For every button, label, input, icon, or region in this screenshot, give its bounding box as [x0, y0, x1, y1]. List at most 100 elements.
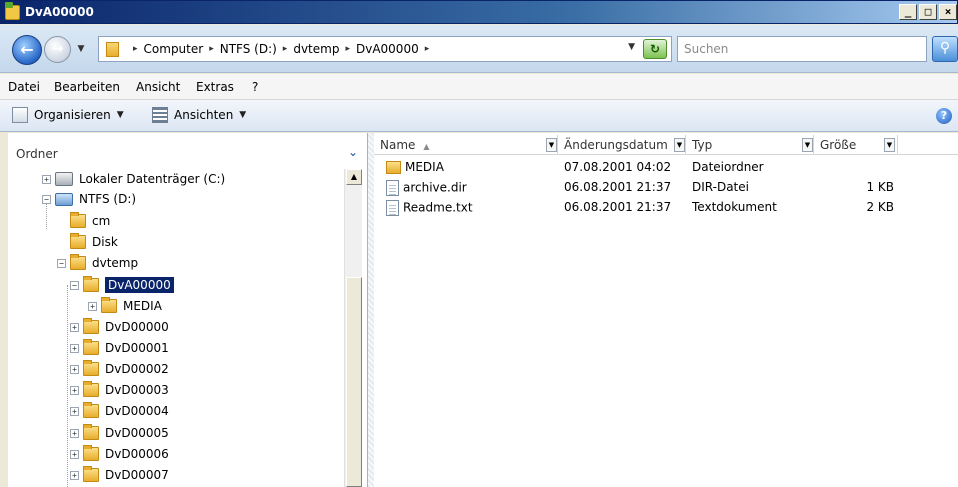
tree-item-label: Lokaler Datenträger (C:) [79, 172, 226, 186]
tree-item-label: DvD00002 [105, 362, 169, 376]
folder-icon [83, 276, 99, 292]
file-list-pane: Name ▲ ▼ Änderungsdatum ▼ Typ ▼ Größe ▼ M… [374, 133, 958, 487]
organize-icon [12, 107, 28, 123]
breadcrumb-dva00000[interactable]: DvA00000 [356, 42, 419, 56]
tree-item-c-drive[interactable]: + Lokaler Datenträger (C:) [42, 169, 225, 189]
tree-guide-line [67, 285, 68, 487]
address-dropdown-icon[interactable]: ▼ [628, 42, 635, 52]
history-dropdown-button[interactable]: ▼ [74, 40, 88, 58]
forward-button[interactable]: → [44, 36, 71, 63]
folder-tree-title: Ordner [16, 147, 58, 161]
file-row[interactable]: Readme.txt 06.08.2001 21:37 Textdokument… [374, 197, 958, 217]
folder-icon [83, 445, 99, 461]
scroll-thumb[interactable] [346, 277, 362, 487]
menu-ansicht[interactable]: Ansicht [136, 80, 180, 94]
collapse-icon[interactable]: − [70, 280, 79, 290]
tree-item-disk[interactable]: Disk [70, 232, 118, 252]
views-icon [152, 107, 168, 123]
folder-icon [101, 297, 117, 313]
tree-item-label: DvA00000 [105, 277, 174, 293]
tree-item-cm[interactable]: cm [70, 211, 110, 231]
chevron-down-icon[interactable]: ⌄ [348, 145, 358, 159]
tree-item-dvd00004[interactable]: + DvD00004 [70, 401, 169, 421]
file-date: 07.08.2001 04:02 [564, 160, 672, 174]
chevron-icon[interactable]: ▸ [133, 44, 138, 54]
views-button[interactable]: Ansichten ▼ [152, 107, 246, 123]
command-bar: Organisieren ▼ Ansichten ▼ ? [0, 100, 958, 132]
expand-icon[interactable]: + [70, 406, 79, 416]
search-placeholder: Suchen [684, 42, 729, 56]
expand-icon[interactable]: + [88, 301, 97, 311]
menu-bearbeiten[interactable]: Bearbeiten [54, 80, 120, 94]
tree-item-dvd00007[interactable]: + DvD00007 [70, 465, 169, 485]
breadcrumb-dvtemp[interactable]: dvtemp [293, 42, 339, 56]
expand-icon[interactable]: + [42, 174, 51, 184]
file-row[interactable]: MEDIA 07.08.2001 04:02 Dateiordner [374, 157, 958, 177]
search-icon[interactable]: ⚲ [932, 36, 958, 62]
tree-item-dvd00003[interactable]: + DvD00003 [70, 380, 169, 400]
chevron-icon[interactable]: ▸ [425, 44, 430, 54]
folder-icon [83, 466, 99, 482]
maximize-button[interactable]: □ [919, 4, 937, 20]
tree-item-label: MEDIA [123, 299, 162, 313]
folder-icon [83, 360, 99, 376]
refresh-button[interactable]: ↻ [643, 39, 667, 59]
column-name[interactable]: Name ▲ [374, 135, 558, 155]
sort-ascending-icon: ▲ [423, 142, 430, 151]
menu-datei[interactable]: Datei [8, 80, 40, 94]
column-date-filter-icon[interactable]: ▼ [674, 138, 685, 152]
file-type: Textdokument [692, 200, 777, 214]
organize-button[interactable]: Organisieren ▼ [12, 107, 124, 123]
tree-item-dvd00000[interactable]: + DvD00000 [70, 317, 169, 337]
chevron-icon[interactable]: ▸ [345, 44, 350, 54]
file-row[interactable]: archive.dir 06.08.2001 21:37 DIR-Datei 1… [374, 177, 958, 197]
column-name-label: Name [380, 138, 416, 152]
breadcrumb-ntfs-d[interactable]: NTFS (D:) [220, 42, 277, 56]
tree-item-dva00000[interactable]: − DvA00000 [70, 275, 174, 295]
tree-item-media[interactable]: + MEDIA [88, 296, 162, 316]
column-type[interactable]: Typ [686, 135, 814, 155]
file-icon [386, 180, 399, 196]
search-input[interactable]: Suchen [677, 36, 927, 62]
folder-tree-header[interactable]: Ordner ⌄ [8, 133, 367, 169]
expand-icon[interactable]: + [70, 470, 79, 480]
back-button[interactable]: ← [12, 35, 42, 65]
folder-icon [70, 254, 86, 270]
column-date[interactable]: Änderungsdatum [558, 135, 686, 155]
tree-scrollbar[interactable]: ▲ [344, 169, 362, 487]
tree-item-dvd00005[interactable]: + DvD00005 [70, 423, 169, 443]
tree-item-label: dvtemp [92, 256, 139, 270]
window-controls: _ □ × [899, 4, 957, 20]
tree-item-dvd00006[interactable]: + DvD00006 [70, 444, 169, 464]
menu-help[interactable]: ? [252, 80, 258, 94]
chevron-icon[interactable]: ▸ [283, 44, 288, 54]
expand-icon[interactable]: + [70, 364, 79, 374]
column-type-filter-icon[interactable]: ▼ [802, 138, 813, 152]
collapse-icon[interactable]: − [57, 258, 66, 268]
tree-item-ntfs-d[interactable]: − NTFS (D:) [42, 189, 136, 209]
address-field[interactable]: ▸ Computer ▸ NTFS (D:) ▸ dvtemp ▸ DvA000… [98, 36, 672, 62]
tree-item-label: NTFS (D:) [79, 192, 137, 206]
collapse-icon[interactable]: − [42, 194, 51, 204]
expand-icon[interactable]: + [70, 322, 79, 332]
expand-icon[interactable]: + [70, 428, 79, 438]
expand-icon[interactable]: + [70, 343, 79, 353]
column-name-filter-icon[interactable]: ▼ [546, 138, 557, 152]
breadcrumb-computer[interactable]: Computer [144, 42, 204, 56]
tree-item-label: DvD00000 [105, 320, 169, 334]
tree-item-dvd00001[interactable]: + DvD00001 [70, 338, 169, 358]
chevron-icon[interactable]: ▸ [209, 44, 214, 54]
file-size: 1 KB [866, 180, 894, 194]
column-size-filter-icon[interactable]: ▼ [884, 138, 895, 152]
expand-icon[interactable]: + [70, 449, 79, 459]
expand-icon[interactable]: + [70, 385, 79, 395]
scroll-up-button[interactable]: ▲ [346, 169, 362, 185]
tree-item-dvtemp[interactable]: − dvtemp [57, 253, 138, 273]
close-button[interactable]: × [939, 4, 957, 20]
folder-icon [106, 42, 119, 57]
menu-extras[interactable]: Extras [196, 80, 234, 94]
minimize-button[interactable]: _ [899, 4, 917, 20]
file-date: 06.08.2001 21:37 [564, 180, 672, 194]
tree-item-dvd00002[interactable]: + DvD00002 [70, 359, 169, 379]
help-icon[interactable]: ? [936, 108, 952, 124]
